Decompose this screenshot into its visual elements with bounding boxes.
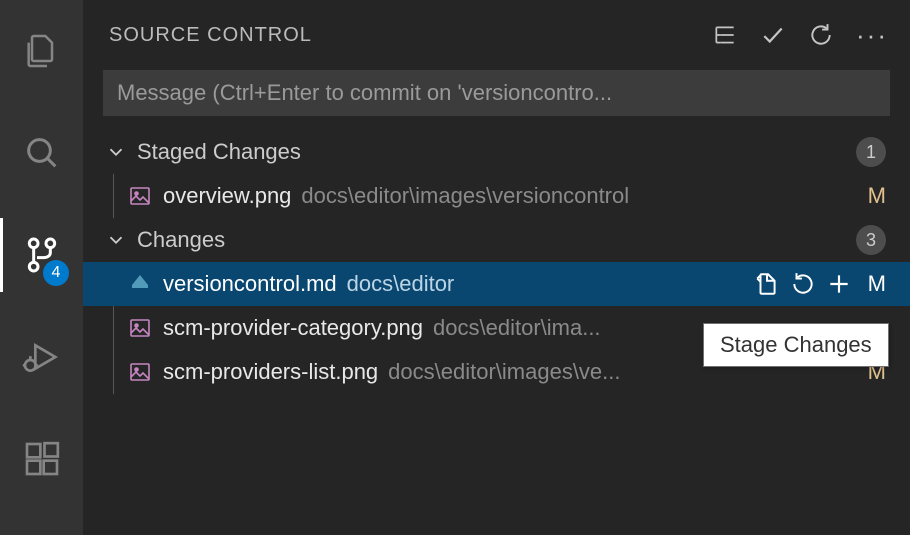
panel-header: SOURCE CONTROL ··· — [83, 8, 910, 62]
commit-message-input[interactable] — [117, 80, 876, 106]
file-name: versioncontrol.md — [163, 271, 337, 297]
file-name: scm-provider-category.png — [163, 315, 423, 341]
scm-badge: 4 — [43, 260, 69, 286]
debug-icon — [22, 337, 62, 377]
file-path: docs\editor\images\versioncontrol — [301, 183, 862, 209]
files-icon — [22, 31, 62, 71]
panel-actions: ··· — [712, 22, 888, 48]
extensions-tab[interactable] — [0, 422, 83, 496]
run-debug-tab[interactable] — [0, 320, 83, 394]
tooltip: Stage Changes — [703, 323, 889, 367]
search-tab[interactable] — [0, 116, 83, 190]
refresh-icon — [808, 22, 834, 48]
discard-icon — [790, 271, 816, 297]
check-icon — [760, 22, 786, 48]
image-file-icon — [127, 183, 153, 209]
refresh-button[interactable] — [808, 22, 834, 48]
plus-icon — [826, 271, 852, 297]
section-label: Staged Changes — [137, 139, 856, 165]
open-file-button[interactable] — [754, 271, 780, 297]
staged-changes-header[interactable]: Staged Changes 1 — [83, 130, 910, 174]
changes-header[interactable]: Changes 3 — [83, 218, 910, 262]
list-tree-icon — [712, 22, 738, 48]
extensions-icon — [22, 439, 62, 479]
panel-title: SOURCE CONTROL — [109, 24, 712, 47]
section-label: Changes — [137, 227, 856, 253]
image-file-icon — [127, 315, 153, 341]
file-name: overview.png — [163, 183, 291, 209]
staged-count-badge: 1 — [856, 137, 886, 167]
file-row[interactable]: versioncontrol.md docs\editor M — [83, 262, 910, 306]
file-row[interactable]: overview.png docs\editor\images\versionc… — [83, 174, 910, 218]
commit-message-box[interactable] — [103, 70, 890, 116]
view-as-tree-button[interactable] — [712, 22, 738, 48]
discard-changes-button[interactable] — [790, 271, 816, 297]
go-to-file-icon — [754, 271, 780, 297]
status-modified: M — [862, 271, 886, 297]
activity-bar: 4 — [0, 0, 83, 535]
source-control-tab[interactable]: 4 — [0, 218, 83, 292]
chevron-down-icon — [105, 141, 127, 163]
explorer-tab[interactable] — [0, 14, 83, 88]
stage-changes-button[interactable] — [826, 271, 852, 297]
chevron-down-icon — [105, 229, 127, 251]
image-file-icon — [127, 359, 153, 385]
commit-button[interactable] — [760, 22, 786, 48]
row-actions — [754, 271, 852, 297]
search-icon — [22, 133, 62, 173]
changes-count-badge: 3 — [856, 225, 886, 255]
source-control-panel: SOURCE CONTROL ··· — [83, 0, 910, 535]
markdown-file-icon — [127, 271, 153, 297]
status-modified: M — [862, 183, 886, 209]
file-name: scm-providers-list.png — [163, 359, 378, 385]
file-path: docs\editor — [347, 271, 746, 297]
more-actions-button[interactable]: ··· — [856, 22, 888, 48]
